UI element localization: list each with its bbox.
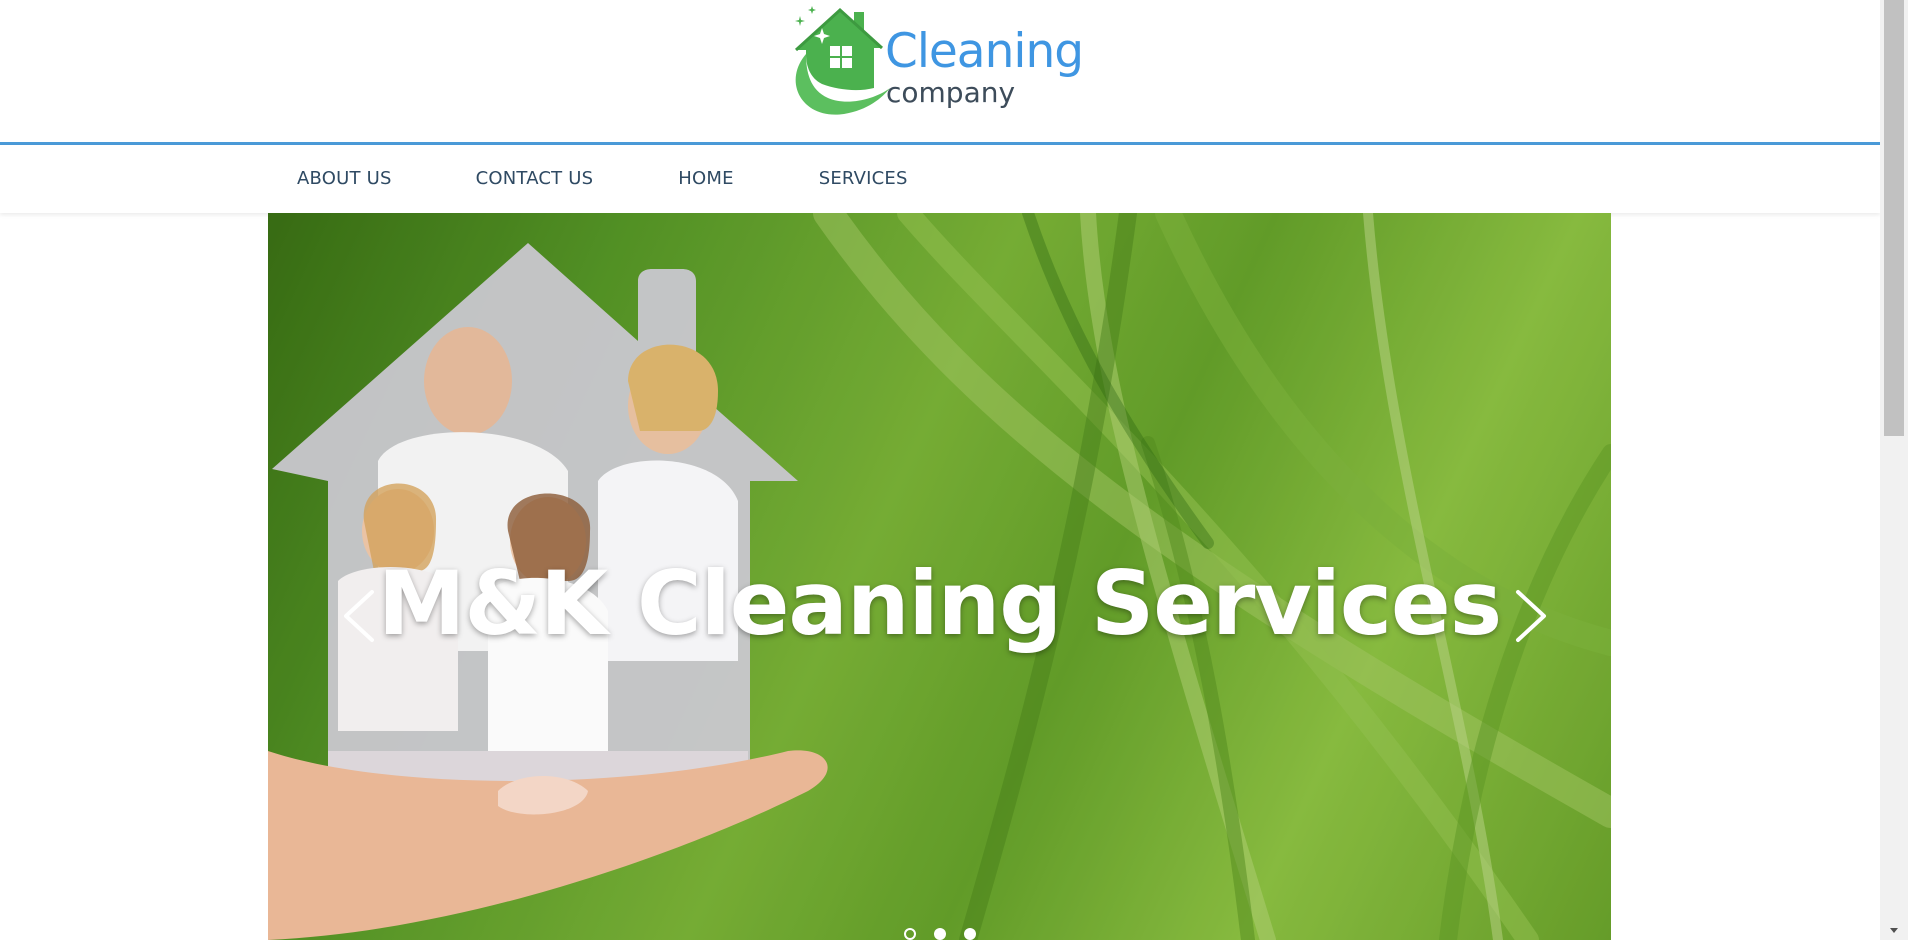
page: Cleaning company ABOUT US CONTACT US HOM…	[0, 0, 1880, 940]
slider-dot-1-active[interactable]	[904, 928, 916, 940]
logo-text-secondary: company	[886, 76, 1016, 109]
slider-dot-3[interactable]	[964, 928, 976, 940]
hero-slider: M&K Cleaning Services	[268, 213, 1611, 940]
site-header: Cleaning company	[0, 0, 1880, 145]
logo-text-primary: Cleaning	[885, 24, 1084, 79]
scrollbar-thumb[interactable]	[1884, 0, 1904, 436]
nav-item-services[interactable]: SERVICES	[790, 145, 937, 213]
vertical-scrollbar[interactable]	[1880, 0, 1908, 940]
chevron-left-icon	[344, 590, 374, 642]
slider-prev-button[interactable]	[336, 568, 386, 664]
nav-menu: ABOUT US CONTACT US HOME SERVICES	[268, 145, 937, 213]
slider-next-button[interactable]	[1504, 568, 1554, 664]
house-sparkle-logo-icon	[794, 6, 890, 115]
main-navigation: ABOUT US CONTACT US HOME SERVICES	[0, 145, 1880, 213]
scroll-down-arrow-icon[interactable]	[1884, 920, 1904, 940]
hero-title: M&K Cleaning Services	[377, 552, 1502, 655]
site-logo[interactable]: Cleaning company	[782, 2, 1084, 120]
chevron-right-icon	[1516, 590, 1546, 642]
nav-item-about-us[interactable]: ABOUT US	[268, 145, 421, 213]
nav-item-home[interactable]: HOME	[649, 145, 762, 213]
nav-item-contact-us[interactable]: CONTACT US	[447, 145, 623, 213]
slider-pagination	[268, 920, 1611, 940]
slider-dot-2[interactable]	[934, 928, 946, 940]
